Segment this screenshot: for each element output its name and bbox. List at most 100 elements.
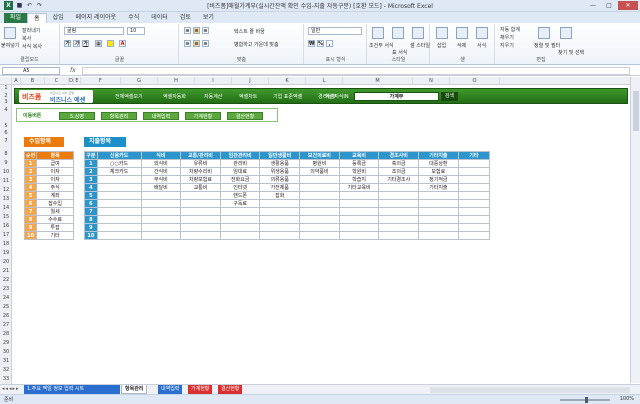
clear-button[interactable]: 지우기 [500,42,514,49]
insert-cells-icon[interactable] [436,27,448,39]
expense-item-cell[interactable] [140,223,182,232]
format-table-icon[interactable] [392,27,404,39]
cell-styles-icon[interactable] [412,27,424,39]
move-button-setup[interactable]: 5.상영 [59,112,95,120]
row-header-cell[interactable]: 27 [0,322,12,328]
column-header-cell[interactable]: F [81,77,121,85]
row-header-cell[interactable]: 5 [0,123,12,129]
expense-item-cell[interactable] [418,215,459,224]
income-item-cell[interactable]: 기타 [36,231,74,240]
expense-item-cell[interactable] [338,231,380,240]
vertical-scrollbar[interactable] [630,77,640,383]
expense-item-cell[interactable] [299,223,340,232]
zoom-level[interactable]: 100% [620,396,634,402]
expense-item-cell[interactable] [259,231,301,240]
expense-item-cell[interactable] [378,231,420,240]
tab-file[interactable]: 파일 [4,13,28,23]
expense-item-cell[interactable] [96,215,142,224]
expense-item-cell[interactable] [219,215,261,224]
expense-item-cell[interactable] [457,183,491,192]
income-item-cell[interactable]: 수수료 [36,215,74,224]
align-top-icon[interactable]: ≡ [184,27,191,34]
expense-item-cell[interactable] [259,223,301,232]
account-search-field[interactable]: 가계부 [354,92,439,101]
row-header-cell[interactable]: 31 [0,358,12,364]
expense-item-cell[interactable] [219,223,261,232]
expense-item-cell[interactable]: 차량보험료 [180,175,221,184]
comma-icon[interactable]: , [326,40,333,47]
name-box[interactable]: A5 [2,67,60,75]
tab-insert[interactable]: 삽입 [47,13,70,23]
sort-filter-icon[interactable] [538,27,550,39]
row-header-cell[interactable]: 7 [0,138,12,144]
fill-color-icon[interactable] [107,40,114,47]
expense-item-cell[interactable]: 배달비 [140,183,182,192]
row-header-cell[interactable]: 21 [0,268,12,274]
expense-item-cell[interactable] [299,175,340,184]
expense-item-cell[interactable]: 핸드폰 [219,191,261,200]
expense-item-cell[interactable] [180,231,221,240]
wrap-text-button[interactable]: 텍스트 줄 바꿈 [234,28,265,35]
expense-item-cell[interactable]: 축의금 [378,159,420,168]
copy-button[interactable]: 복사 [22,35,31,42]
expense-item-cell[interactable] [96,231,142,240]
income-number-cell[interactable]: 2 [23,167,38,176]
expense-item-cell[interactable] [96,175,142,184]
banner-nav-all-excel[interactable]: 전체엑셀보기 [115,93,143,100]
percent-icon[interactable]: % [317,40,324,47]
column-header-cell[interactable]: H [158,77,195,85]
row-header-cell[interactable]: 19 [0,250,12,256]
row-header-cell[interactable]: 25 [0,304,12,310]
currency-icon[interactable]: ₩ [308,40,315,47]
expense-item-cell[interactable] [299,231,340,240]
expense-item-cell[interactable]: 잡화 [259,191,301,200]
align-bottom-icon[interactable]: ≡ [202,27,209,34]
expense-number-cell[interactable]: 9 [84,223,98,232]
row-header-cell[interactable]: 6 [0,130,12,136]
expense-item-cell[interactable] [338,191,380,200]
row-header-cell[interactable]: 10 [0,169,12,175]
expense-item-cell[interactable] [457,159,491,168]
column-header-cell[interactable]: J [232,77,269,85]
expense-number-cell[interactable]: 5 [84,191,98,200]
row-header-cell[interactable]: 20 [0,259,12,265]
expense-item-cell[interactable] [378,207,420,216]
expense-item-cell[interactable] [457,175,491,184]
expense-item-cell[interactable] [140,215,182,224]
income-item-cell[interactable]: 주식 [36,183,74,192]
expense-number-cell[interactable]: 4 [84,183,98,192]
cut-button[interactable]: 잘라내기 [22,27,40,34]
expense-item-cell[interactable] [259,207,301,216]
underline-button[interactable]: 가 [82,40,89,47]
tab-page-layout[interactable]: 페이지 레이아웃 [70,13,123,23]
align-center-icon[interactable]: ≡ [193,40,200,47]
row-header-cell[interactable]: 13 [0,196,12,202]
expense-item-cell[interactable] [180,215,221,224]
undo-icon[interactable]: ↶ [26,2,33,9]
income-number-cell[interactable]: 5 [23,191,38,200]
expense-item-cell[interactable] [457,223,491,232]
expense-item-cell[interactable] [219,231,261,240]
expense-item-cell[interactable] [259,215,301,224]
find-select-button[interactable]: 찾기 및 선택 [558,49,584,56]
merge-center-button[interactable]: 병합하고 가운데 맞춤 [234,41,279,48]
border-icon[interactable]: ▦ [95,40,102,47]
sheet-tab-setup[interactable]: 1.주요 맥일 정보 입력 시트 [24,385,120,394]
income-number-cell[interactable]: 3 [23,175,38,184]
row-header-cell[interactable]: 8 [0,151,12,157]
expense-item-cell[interactable]: 외식비 [140,159,182,168]
banner-nav-accounting[interactable]: 경리실무 [318,93,336,100]
column-header-cell[interactable]: G [121,77,158,85]
number-format-select[interactable]: 일반 [308,27,362,35]
column-header-cell[interactable]: I [195,77,232,85]
expense-item-cell[interactable] [338,215,380,224]
fx-icon[interactable]: fx [70,67,76,74]
expense-item-cell[interactable]: 위생용품 [259,167,301,176]
expense-item-cell[interactable]: 유류비 [180,159,221,168]
expense-item-cell[interactable]: 의약품비 [299,167,340,176]
expense-item-cell[interactable] [140,199,182,208]
income-item-cell[interactable]: 월세 [36,207,74,216]
row-header-cell[interactable]: 26 [0,313,12,319]
sort-filter-button[interactable]: 정렬 및 필터 [534,42,560,49]
move-button-status[interactable]: 가계현황 [185,112,221,120]
